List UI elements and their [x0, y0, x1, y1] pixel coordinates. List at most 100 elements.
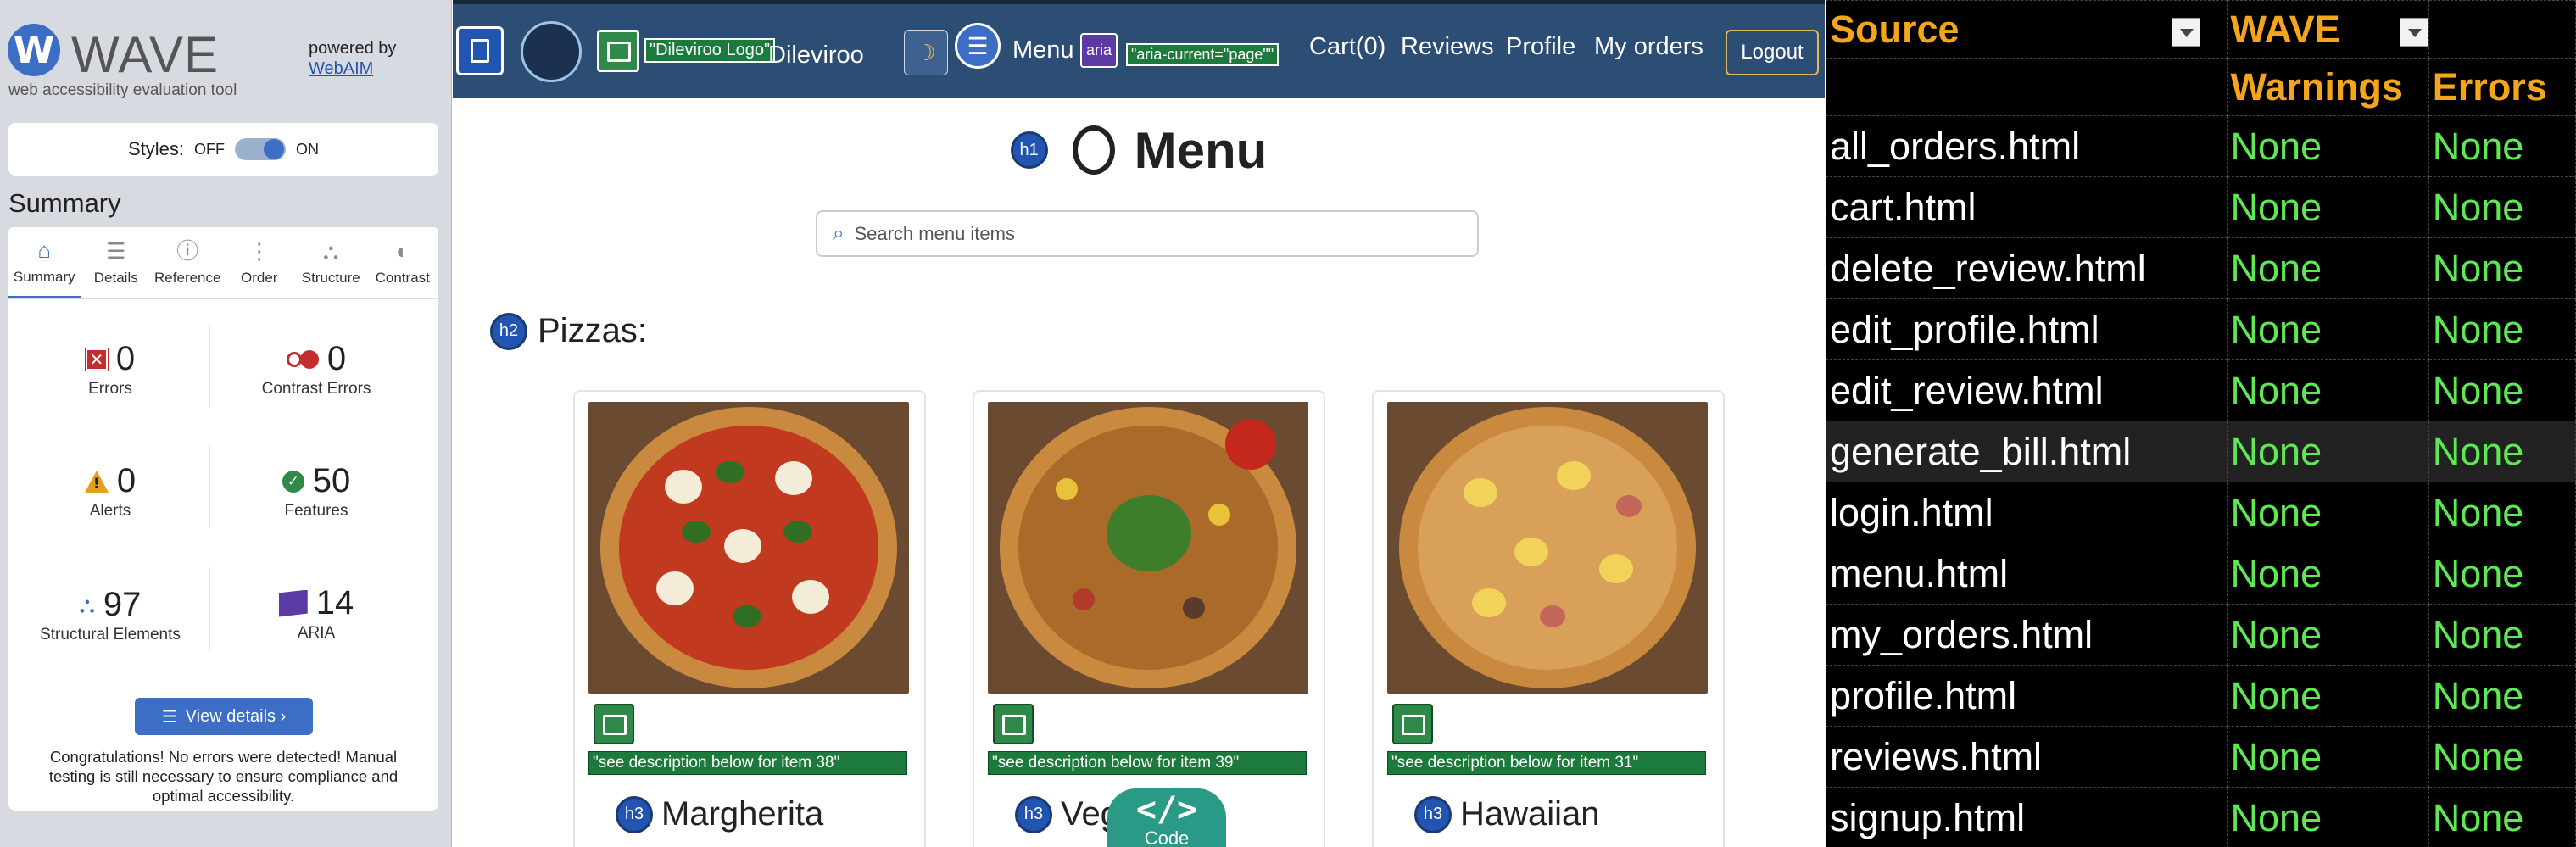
stat-label: Features	[284, 502, 348, 520]
table-row[interactable]: generate_bill.html None None	[1826, 421, 2576, 482]
cell-file[interactable]: menu.html	[1826, 543, 2228, 605]
section-title-text: Pizzas:	[538, 312, 647, 349]
view-details-label: View details ›	[185, 706, 287, 726]
tab-order[interactable]: ⋮ Order	[224, 227, 296, 298]
tab-details[interactable]: ☰ Details	[81, 227, 153, 298]
wave-tabs: ⌂ Summary ☰ Details ⓘ Reference ⋮ Order …	[8, 227, 438, 298]
nav-menu[interactable]: Menu	[1012, 36, 1074, 64]
cell-warnings[interactable]: None	[2226, 237, 2429, 299]
tab-structure[interactable]: ⛬ Structure	[295, 227, 367, 298]
menu-card[interactable]: "see description below for item 31" h3 H…	[1372, 390, 1725, 847]
cell-errors[interactable]: None	[2428, 176, 2576, 238]
cell-file[interactable]: login.html	[1826, 482, 2228, 543]
cell-warnings[interactable]: None	[2226, 421, 2429, 482]
code-button[interactable]: </> Code	[1107, 788, 1226, 847]
header-source[interactable]: Source	[1826, 0, 2228, 59]
stat-value: 0	[116, 462, 137, 499]
cell-errors[interactable]: None	[2428, 482, 2576, 543]
header-errors: Errors	[2428, 58, 2576, 116]
menu-card[interactable]: "see description below for item 38" h3 M…	[573, 390, 926, 847]
table-row[interactable]: delete_review.html None None	[1826, 237, 2576, 299]
cell-errors[interactable]: None	[2428, 604, 2576, 666]
cell-errors[interactable]: None	[2428, 237, 2576, 299]
code-icon: </>	[1135, 790, 1198, 829]
cell-errors[interactable]: None	[2428, 115, 2576, 177]
stat-value: 0	[326, 340, 347, 377]
styles-toggle[interactable]	[235, 138, 287, 160]
cell-errors[interactable]: None	[2428, 359, 2576, 421]
cell-warnings[interactable]: None	[2226, 359, 2429, 421]
table-row[interactable]: reviews.html None None	[1826, 726, 2576, 788]
cell-errors[interactable]: None	[2428, 665, 2576, 727]
logo-alt-label: "Dileviroo Logo"	[644, 38, 776, 63]
cell-file[interactable]: reviews.html	[1826, 726, 2228, 788]
cell-errors[interactable]: None	[2428, 421, 2576, 482]
dark-mode-toggle[interactable]: ☽	[904, 30, 948, 75]
sort-filter-icon[interactable]	[2171, 17, 2200, 47]
table-row[interactable]: profile.html None None	[1826, 665, 2576, 727]
cell-file[interactable]: all_orders.html	[1826, 115, 2228, 177]
stat-errors[interactable]: ✕ 0 Errors	[8, 340, 212, 398]
cell-warnings[interactable]: None	[2226, 665, 2429, 727]
cell-file[interactable]: profile.html	[1826, 665, 2228, 727]
stat-aria[interactable]: 14 ARIA	[215, 584, 418, 643]
card-title: h3 Veg	[1015, 795, 1119, 833]
table-row[interactable]: edit_review.html None None	[1826, 359, 2576, 421]
stat-label: Alerts	[89, 502, 131, 520]
aria-icon	[278, 589, 308, 617]
summary-title: Summary	[8, 188, 121, 218]
filter-dropdown-icon[interactable]	[2399, 17, 2428, 47]
table-row[interactable]: my_orders.html None None	[1826, 604, 2576, 666]
tab-summary[interactable]: ⌂ Summary	[8, 227, 81, 298]
table-row[interactable]: signup.html None None	[1826, 787, 2576, 847]
menu-card[interactable]: "see description below for item 39" h3 V…	[973, 390, 1325, 847]
table-row[interactable]: cart.html None None	[1826, 176, 2576, 238]
structure-icon: ⛬	[79, 591, 95, 617]
image-icon	[597, 30, 639, 72]
tab-contrast[interactable]: ◐ Contrast	[367, 227, 439, 298]
cell-warnings[interactable]: None	[2226, 298, 2429, 360]
cell-file[interactable]: edit_review.html	[1826, 359, 2228, 421]
cell-file[interactable]: cart.html	[1826, 176, 2228, 238]
search-input[interactable]	[854, 222, 1448, 245]
webaim-link[interactable]: WebAIM	[309, 59, 373, 79]
cell-warnings[interactable]: None	[2226, 543, 2429, 605]
cell-errors[interactable]: None	[2428, 298, 2576, 360]
nav-profile[interactable]: Profile	[1506, 33, 1575, 61]
card-title-text: Hawaiian	[1460, 795, 1600, 833]
table-row[interactable]: edit_profile.html None None	[1826, 298, 2576, 360]
cell-warnings[interactable]: None	[2226, 176, 2429, 238]
cell-file[interactable]: generate_bill.html	[1826, 421, 2228, 482]
stat-contrast-errors[interactable]: 0 Contrast Errors	[215, 340, 418, 398]
tab-label: Order	[241, 270, 278, 286]
logout-button[interactable]: Logout	[1726, 30, 1819, 75]
cell-warnings[interactable]: None	[2226, 482, 2429, 543]
table-row[interactable]: menu.html None None	[1826, 543, 2576, 605]
nav-cart[interactable]: Cart(0)	[1309, 33, 1386, 61]
cell-file[interactable]: edit_profile.html	[1826, 298, 2228, 360]
cell-warnings[interactable]: None	[2226, 787, 2429, 847]
header-wave[interactable]: WAVE	[2226, 0, 2429, 59]
nav-reviews[interactable]: Reviews	[1401, 33, 1494, 61]
stat-features[interactable]: ✓ 50 Features	[215, 462, 418, 521]
tab-reference[interactable]: ⓘ Reference	[152, 227, 224, 298]
nav-my-orders[interactable]: My orders	[1594, 33, 1703, 61]
header-empty	[2428, 0, 2576, 59]
brand-link[interactable]: Dileviroo	[768, 42, 864, 70]
stat-alerts[interactable]: ! 0 Alerts	[8, 462, 212, 521]
view-details-button[interactable]: ☰ View details ›	[135, 698, 313, 735]
dileviroo-logo-icon[interactable]	[521, 21, 582, 82]
table-row[interactable]: all_orders.html None None	[1826, 115, 2576, 177]
cell-errors[interactable]: None	[2428, 787, 2576, 847]
cell-file[interactable]: signup.html	[1826, 787, 2228, 847]
stat-structural-elements[interactable]: ⛬ 97 Structural Elements	[8, 586, 212, 644]
cell-warnings[interactable]: None	[2226, 726, 2429, 788]
card-title-text: Margherita	[661, 795, 824, 833]
cell-warnings[interactable]: None	[2226, 604, 2429, 666]
cell-errors[interactable]: None	[2428, 726, 2576, 788]
table-row[interactable]: login.html None None	[1826, 482, 2576, 543]
cell-file[interactable]: delete_review.html	[1826, 237, 2228, 299]
cell-errors[interactable]: None	[2428, 543, 2576, 605]
cell-warnings[interactable]: None	[2226, 115, 2429, 177]
cell-file[interactable]: my_orders.html	[1826, 604, 2228, 666]
